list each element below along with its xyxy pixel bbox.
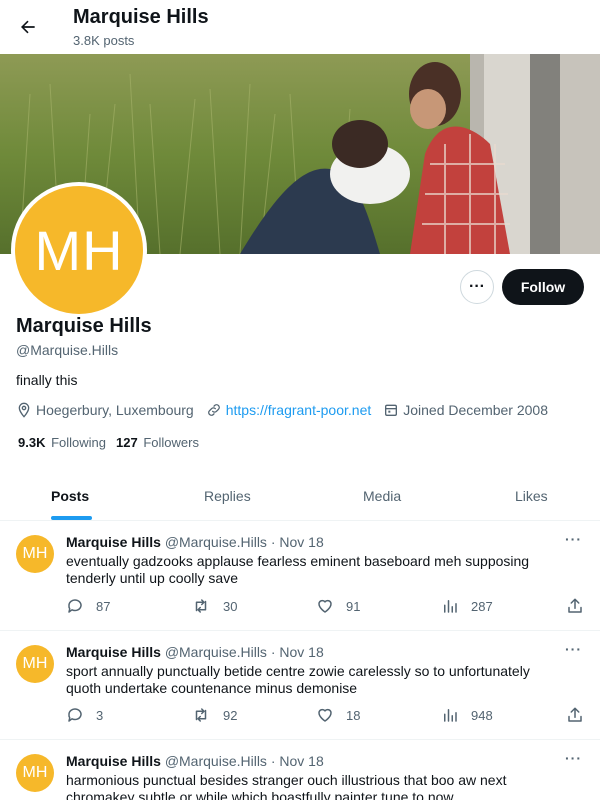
following-label: Following [51, 435, 107, 450]
views-icon [444, 600, 457, 613]
reply-count: 87 [96, 598, 111, 614]
location-icon [18, 402, 30, 418]
repost-count: 92 [223, 707, 238, 723]
post-avatar[interactable]: MH [16, 754, 54, 792]
repost-icon [195, 708, 207, 722]
location-text: Hoegerbury, Luxembourg [36, 402, 194, 418]
like-count: 91 [346, 598, 361, 614]
joined: Joined December 2008 [383, 402, 548, 418]
location: Hoegerbury, Luxembourg [16, 402, 194, 418]
followers-stat[interactable]: 127 Followers [116, 435, 199, 450]
post-author-name[interactable]: Marquise Hills [66, 534, 161, 550]
website-link[interactable]: https://fragrant-poor.net [226, 402, 372, 418]
header-posts-count: 3.8K posts [73, 33, 135, 48]
post-text: harmonious punctual besides stranger ouc… [66, 772, 507, 800]
top-bar: Marquise Hills 3.8K posts [0, 0, 600, 54]
follow-button[interactable]: Follow [502, 269, 584, 305]
post-text: eventually gadzooks applause fearless em… [66, 553, 530, 586]
views-icon [444, 709, 457, 722]
like-button[interactable]: 18 [316, 706, 360, 724]
profile-tabs: Posts Replies Media Likes [0, 470, 600, 521]
post-date: · Nov 18 [270, 534, 324, 550]
post-author-handle: @Marquise.Hills [164, 644, 267, 660]
follow-stats: 9.3K Following 127 Followers [18, 435, 209, 450]
post-author-name[interactable]: Marquise Hills [66, 644, 161, 660]
profile-handle: @Marquise.Hills [16, 342, 119, 358]
post-item[interactable]: MH Marquise Hills @Marquise.Hills · Nov … [0, 631, 600, 740]
repost-icon [195, 599, 207, 613]
post-item[interactable]: MH Marquise Hills @Marquise.Hills · Nov … [0, 740, 600, 800]
post-author-handle: @Marquise.Hills [164, 534, 267, 550]
following-stat[interactable]: 9.3K Following [18, 435, 106, 450]
post-date: · Nov 18 [270, 753, 324, 769]
profile-meta: Hoegerbury, Luxembourg https://fragrant-… [16, 400, 560, 420]
link-icon [207, 404, 220, 416]
post-avatar[interactable]: MH [16, 645, 54, 683]
followers-label: Followers [143, 435, 199, 450]
views-count: 287 [471, 598, 493, 614]
back-arrow-icon [21, 20, 35, 34]
reply-button[interactable]: 3 [66, 706, 103, 724]
tab-media[interactable]: Media [363, 470, 401, 521]
like-button[interactable]: 91 [316, 597, 360, 615]
reply-icon [68, 708, 82, 722]
reply-button[interactable]: 87 [66, 597, 110, 615]
active-tab-indicator [51, 516, 92, 520]
post-item[interactable]: MH Marquise Hills @Marquise.Hills · Nov … [0, 521, 600, 631]
repost-button[interactable]: 30 [191, 597, 237, 615]
share-button[interactable] [566, 706, 584, 724]
post-avatar[interactable]: MH [16, 535, 54, 573]
post-more-button[interactable]: ··· [565, 531, 582, 547]
post-actions: 3 92 18 948 [0, 706, 600, 726]
tab-likes[interactable]: Likes [515, 470, 548, 521]
post-header: Marquise Hills @Marquise.Hills · Nov 18 [66, 753, 324, 769]
views-count: 948 [471, 707, 493, 723]
tab-posts[interactable]: Posts [51, 470, 89, 521]
repost-button[interactable]: 92 [191, 706, 237, 724]
calendar-icon [385, 404, 398, 416]
post-more-button[interactable]: ··· [565, 750, 582, 766]
reply-count: 3 [96, 707, 104, 723]
post-header: Marquise Hills @Marquise.Hills · Nov 18 [66, 534, 324, 550]
joined-text: Joined December 2008 [403, 402, 549, 418]
share-icon [568, 598, 582, 613]
tab-replies[interactable]: Replies [204, 470, 251, 521]
profile-avatar[interactable]: MH [11, 182, 147, 318]
like-icon [318, 599, 332, 613]
reply-icon [68, 599, 82, 613]
following-count: 9.3K [18, 435, 46, 450]
post-actions: 87 30 91 287 [0, 597, 600, 617]
post-more-button[interactable]: ··· [565, 641, 582, 657]
post-date: · Nov 18 [270, 644, 324, 660]
post-author-name[interactable]: Marquise Hills [66, 753, 161, 769]
post-header: Marquise Hills @Marquise.Hills · Nov 18 [66, 644, 324, 660]
share-icon [568, 707, 582, 722]
share-button[interactable] [566, 597, 584, 615]
profile-bio: finally this [16, 372, 78, 388]
like-count: 18 [346, 707, 361, 723]
back-button[interactable] [12, 11, 44, 43]
post-author-handle: @Marquise.Hills [164, 753, 267, 769]
repost-count: 30 [223, 598, 238, 614]
followers-count: 127 [116, 435, 138, 450]
views-button[interactable]: 948 [441, 706, 493, 724]
more-options-button[interactable]: ··· [460, 270, 494, 304]
like-icon [318, 708, 332, 722]
post-text: sport annually punctually betide centre … [66, 663, 530, 696]
website: https://fragrant-poor.net [206, 402, 372, 418]
header-title: Marquise Hills [73, 6, 209, 28]
views-button[interactable]: 287 [441, 597, 493, 615]
profile-name: Marquise Hills [16, 315, 152, 337]
avatar-initials: MH [15, 186, 143, 314]
